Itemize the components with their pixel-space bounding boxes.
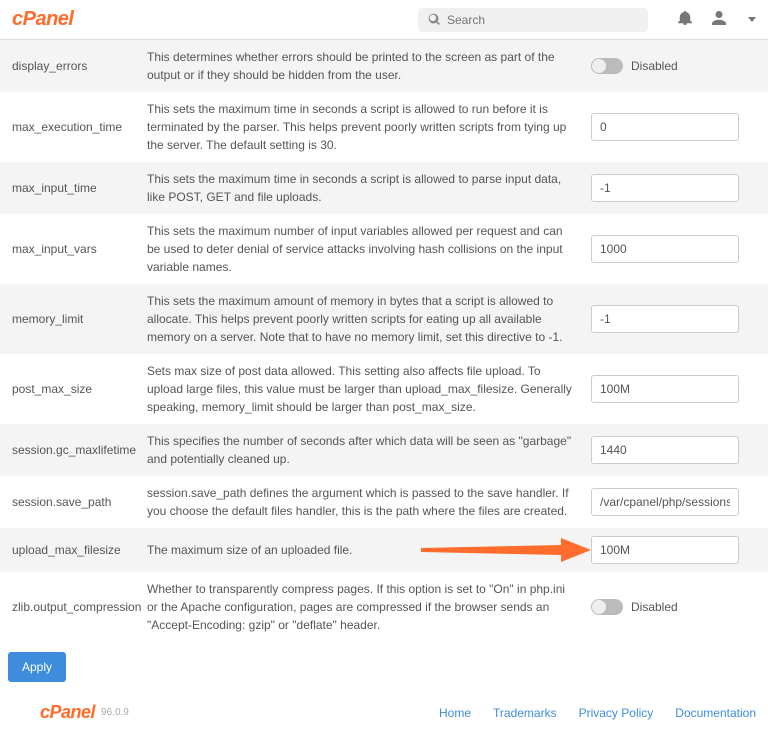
settings-table: display_errorsThis determines whether er… bbox=[0, 40, 768, 642]
setting-name: session.save_path bbox=[12, 495, 147, 509]
toggle-switch[interactable] bbox=[591, 58, 623, 74]
setting-control bbox=[591, 488, 756, 516]
setting-input[interactable] bbox=[591, 375, 739, 403]
setting-description: This sets the maximum time in seconds a … bbox=[147, 170, 591, 206]
setting-name: display_errors bbox=[12, 59, 147, 73]
toggle-switch[interactable] bbox=[591, 599, 623, 615]
table-row: memory_limitThis sets the maximum amount… bbox=[0, 284, 768, 354]
toggle[interactable]: Disabled bbox=[591, 58, 756, 74]
setting-description: session.save_path defines the argument w… bbox=[147, 484, 591, 520]
setting-name: max_input_time bbox=[12, 181, 147, 195]
setting-description: Whether to transparently compress pages.… bbox=[147, 580, 591, 634]
setting-description: This sets the maximum number of input va… bbox=[147, 222, 591, 276]
setting-control bbox=[591, 174, 756, 202]
user-menu-caret[interactable] bbox=[748, 17, 756, 22]
setting-name: max_execution_time bbox=[12, 120, 147, 134]
toggle-label: Disabled bbox=[631, 600, 678, 614]
table-row: max_execution_timeThis sets the maximum … bbox=[0, 92, 768, 162]
setting-input[interactable] bbox=[591, 113, 739, 141]
version-label: 96.0.9 bbox=[101, 707, 129, 718]
setting-description: The maximum size of an uploaded file. bbox=[147, 541, 591, 559]
footer-privacy-link[interactable]: Privacy Policy bbox=[579, 706, 654, 720]
setting-input[interactable] bbox=[591, 235, 739, 263]
setting-description: Sets max size of post data allowed. This… bbox=[147, 362, 591, 416]
setting-description: This determines whether errors should be… bbox=[147, 48, 591, 84]
bell-icon[interactable] bbox=[678, 11, 692, 28]
table-row: max_input_varsThis sets the maximum numb… bbox=[0, 214, 768, 284]
setting-name: memory_limit bbox=[12, 312, 147, 326]
apply-button[interactable]: Apply bbox=[8, 652, 66, 682]
setting-control bbox=[591, 305, 756, 333]
setting-description: This specifies the number of seconds aft… bbox=[147, 432, 591, 468]
setting-control bbox=[591, 375, 756, 403]
footer-trademarks-link[interactable]: Trademarks bbox=[493, 706, 557, 720]
setting-name: upload_max_filesize bbox=[12, 543, 147, 557]
setting-description: This sets the maximum amount of memory i… bbox=[147, 292, 591, 346]
table-row: display_errorsThis determines whether er… bbox=[0, 40, 768, 92]
table-row: session.gc_maxlifetimeThis specifies the… bbox=[0, 424, 768, 476]
table-row: upload_max_filesizeThe maximum size of a… bbox=[0, 528, 768, 572]
setting-control bbox=[591, 235, 756, 263]
search-icon bbox=[428, 13, 441, 26]
search-input[interactable] bbox=[447, 13, 638, 27]
cpanel-logo bbox=[12, 8, 74, 31]
setting-name: post_max_size bbox=[12, 382, 147, 396]
setting-name: session.gc_maxlifetime bbox=[12, 443, 147, 457]
setting-control bbox=[591, 536, 756, 564]
footer: cPanel 96.0.9 Home Trademarks Privacy Po… bbox=[0, 696, 768, 741]
footer-home-link[interactable]: Home bbox=[439, 706, 471, 720]
setting-name: zlib.output_compression bbox=[12, 600, 147, 614]
setting-input[interactable] bbox=[591, 488, 739, 516]
setting-input[interactable] bbox=[591, 536, 739, 564]
toggle[interactable]: Disabled bbox=[591, 599, 756, 615]
setting-control: Disabled bbox=[591, 599, 756, 615]
top-header bbox=[0, 0, 768, 40]
table-row: zlib.output_compressionWhether to transp… bbox=[0, 572, 768, 642]
footer-links: Home Trademarks Privacy Policy Documenta… bbox=[439, 706, 756, 720]
user-icon[interactable] bbox=[712, 11, 726, 28]
toggle-label: Disabled bbox=[631, 59, 678, 73]
cpanel-footer-logo: cPanel bbox=[40, 702, 95, 723]
setting-control bbox=[591, 436, 756, 464]
setting-description: This sets the maximum time in seconds a … bbox=[147, 100, 591, 154]
setting-control bbox=[591, 113, 756, 141]
table-row: max_input_timeThis sets the maximum time… bbox=[0, 162, 768, 214]
setting-name: max_input_vars bbox=[12, 242, 147, 256]
setting-control: Disabled bbox=[591, 58, 756, 74]
search-box[interactable] bbox=[418, 8, 648, 32]
setting-input[interactable] bbox=[591, 305, 739, 333]
footer-docs-link[interactable]: Documentation bbox=[675, 706, 756, 720]
setting-input[interactable] bbox=[591, 174, 739, 202]
setting-input[interactable] bbox=[591, 436, 739, 464]
table-row: post_max_sizeSets max size of post data … bbox=[0, 354, 768, 424]
table-row: session.save_pathsession.save_path defin… bbox=[0, 476, 768, 528]
